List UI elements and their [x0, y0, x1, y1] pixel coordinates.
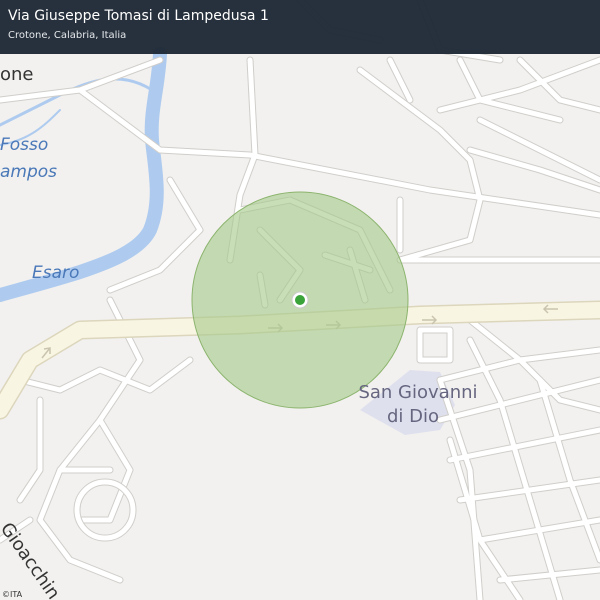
address-title: Via Giuseppe Tomasi di Lampedusa 1 — [8, 8, 269, 24]
map-canvas[interactable]: one Fosso ampos Esaro San Giovanni di Di… — [0, 0, 600, 600]
label-fosso-line1: Fosso — [0, 135, 48, 155]
location-header: Via Giuseppe Tomasi di Lampedusa 1 Croto… — [0, 0, 600, 54]
label-crotone: one — [0, 64, 34, 85]
map-attribution[interactable]: ©ITA — [2, 590, 22, 599]
label-hospital-line1: San Giovanni — [358, 382, 477, 403]
location-marker-dot — [295, 295, 305, 305]
label-hospital-line2: di Dio — [387, 406, 439, 427]
label-esaro: Esaro — [32, 263, 79, 283]
address-subtitle: Crotone, Calabria, Italia — [8, 30, 127, 41]
label-fosso-line2: ampos — [0, 162, 57, 182]
